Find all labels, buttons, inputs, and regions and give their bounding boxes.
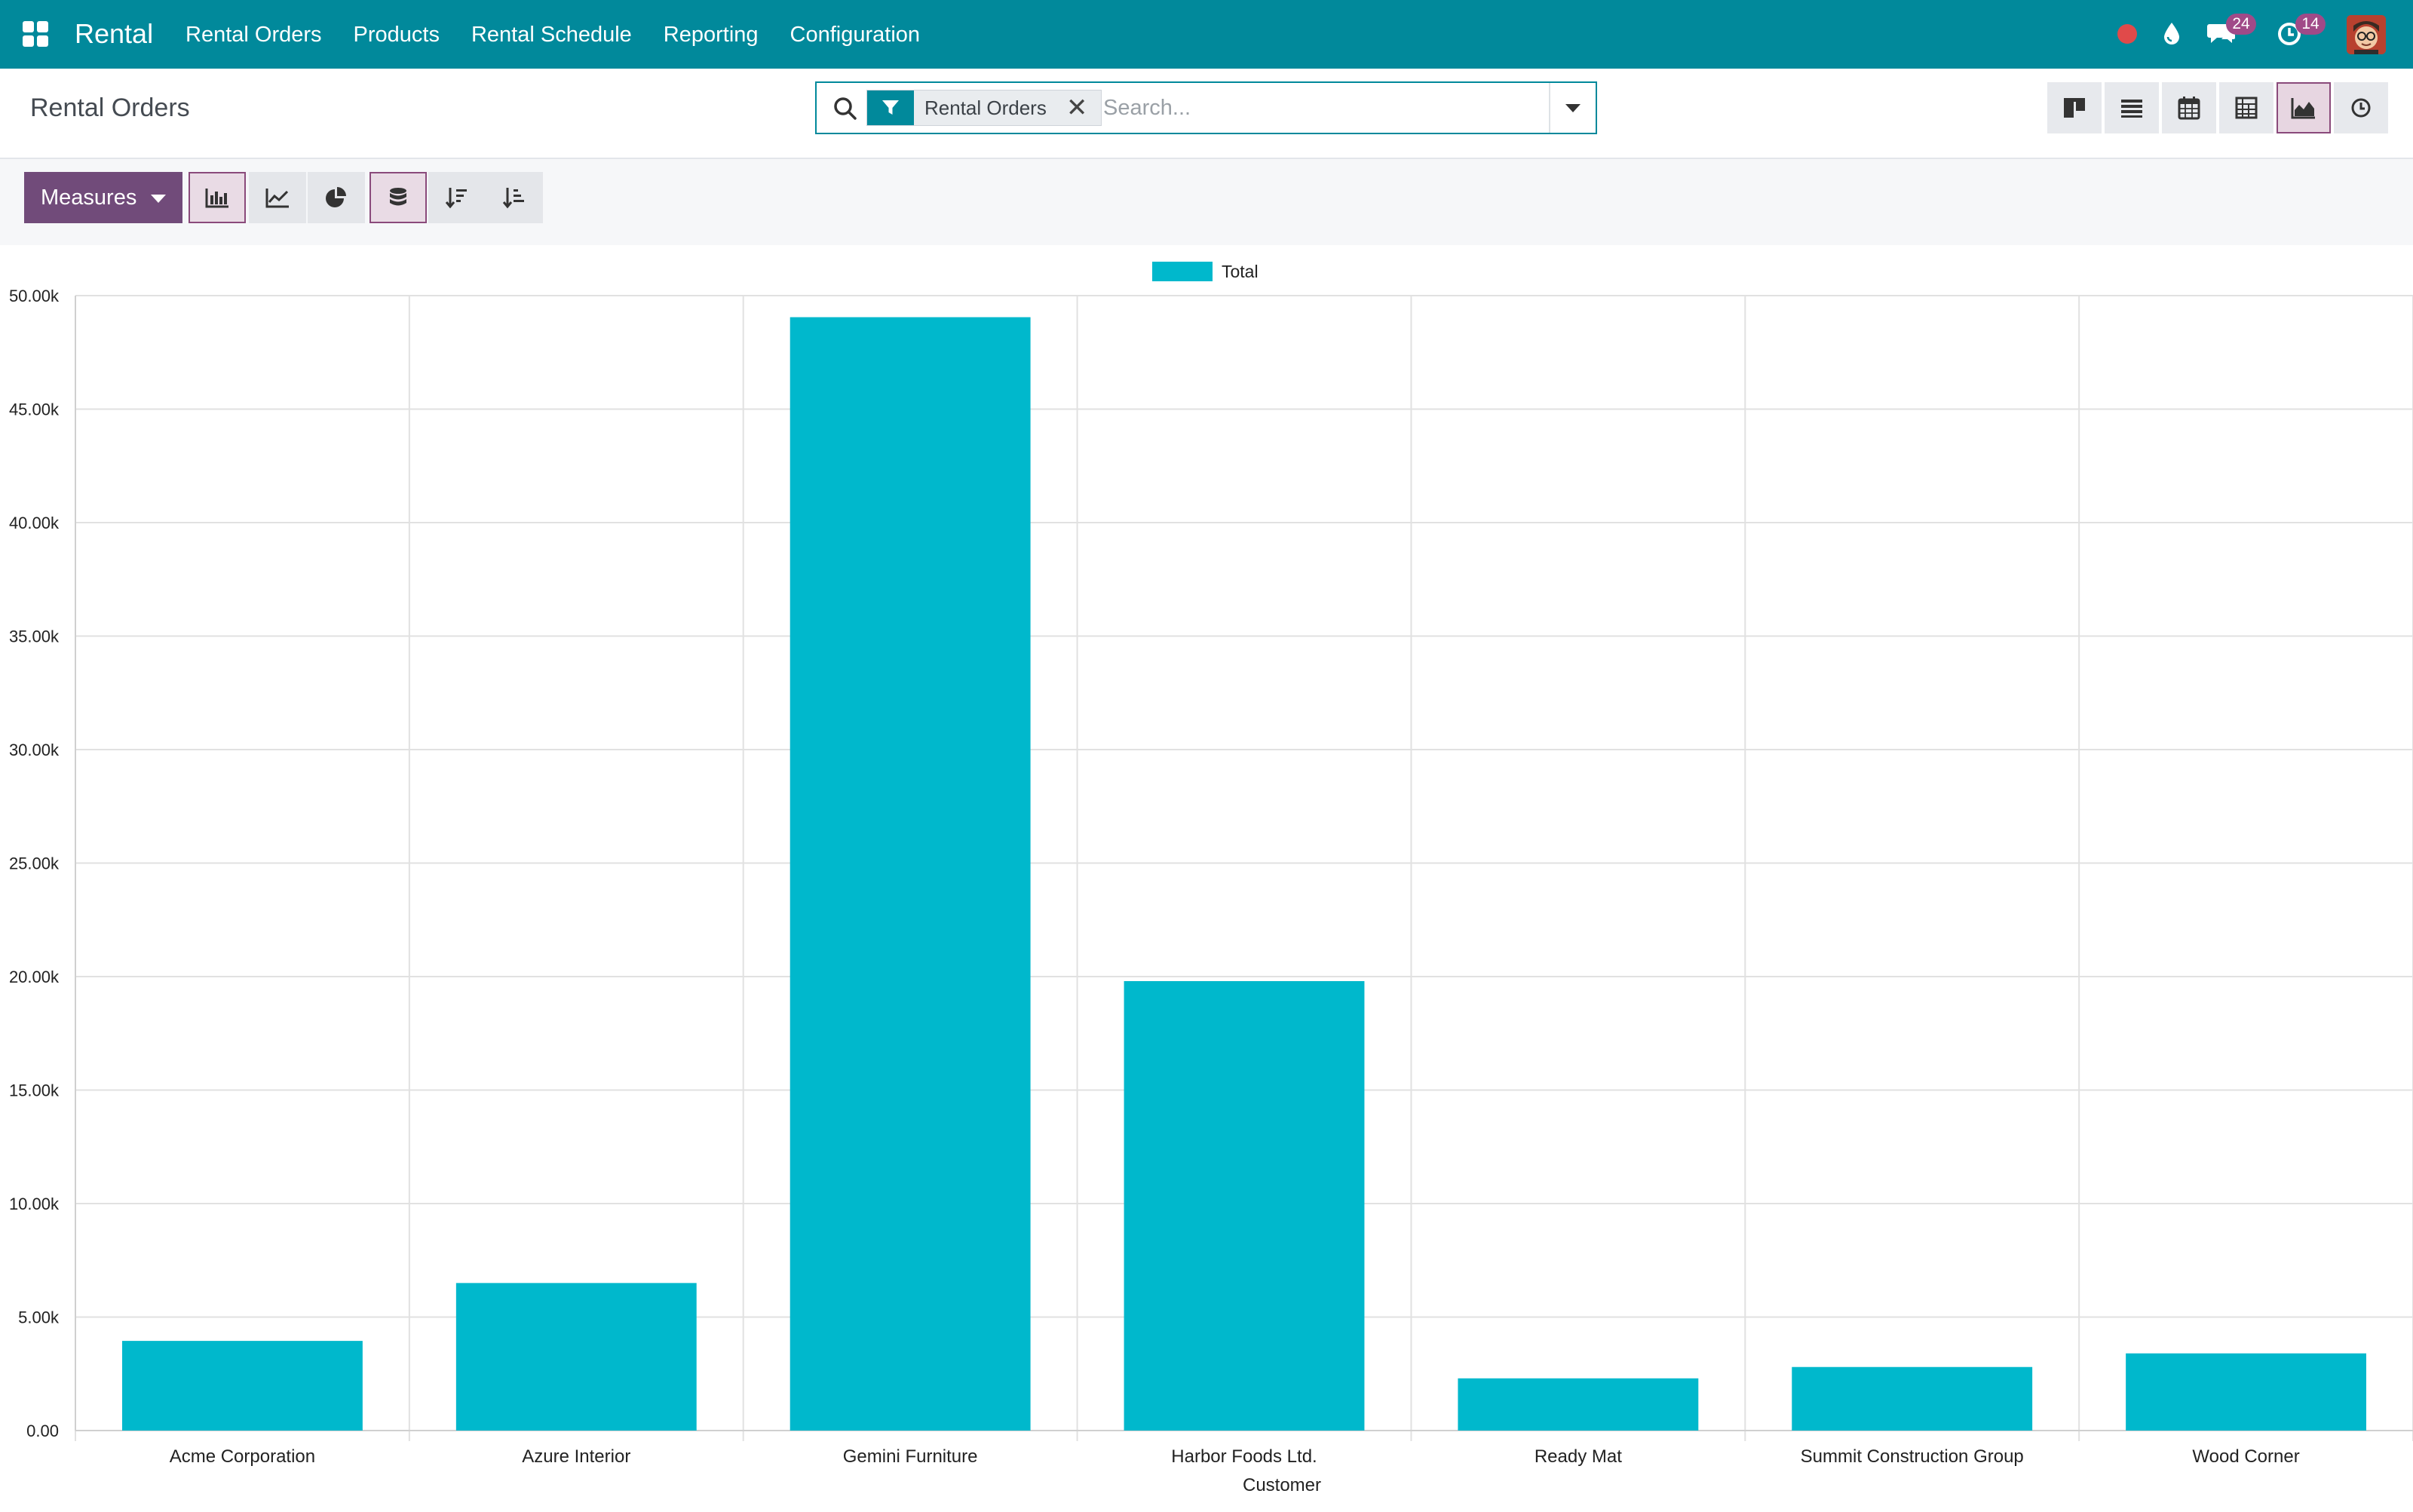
search-input[interactable] bbox=[1103, 90, 1525, 125]
calendar-icon bbox=[2178, 97, 2200, 120]
x-tick-label: Summit Construction Group bbox=[1801, 1446, 2024, 1467]
x-tick-label: Acme Corporation bbox=[170, 1446, 315, 1467]
menu-reporting[interactable]: Reporting bbox=[664, 22, 759, 48]
bar-5 bbox=[1458, 1378, 1699, 1431]
sort-ascending-icon bbox=[502, 188, 524, 209]
bar-1 bbox=[122, 1341, 363, 1431]
menu-products[interactable]: Products bbox=[354, 22, 440, 48]
y-tick-label: 0.00 bbox=[26, 1422, 59, 1440]
bar-3 bbox=[790, 317, 1031, 1431]
bar-7 bbox=[2126, 1353, 2366, 1431]
graph-chart-area: 0.00 5.00k 10.00k 15.00k 20.00k 25.00k 30.00k 3… bbox=[0, 245, 2413, 1508]
y-tick-label: 25.00k bbox=[9, 854, 60, 873]
activities-badge: 14 bbox=[2295, 14, 2326, 35]
pivot-view-button[interactable] bbox=[2219, 82, 2273, 133]
list-icon bbox=[2121, 100, 2142, 118]
bar-chart-button[interactable] bbox=[189, 172, 246, 223]
bar-chart: 0.00 5.00k 10.00k 15.00k 20.00k 25.00k 30.00k 3… bbox=[9, 262, 2413, 1495]
graph-view-button[interactable] bbox=[2277, 82, 2331, 133]
line-chart-icon bbox=[265, 189, 289, 208]
search-bar[interactable]: Rental Orders ✕ bbox=[815, 81, 1597, 134]
list-view-button[interactable] bbox=[2105, 82, 2159, 133]
kanban-view-button[interactable] bbox=[2047, 82, 2102, 133]
clock-icon bbox=[2351, 98, 2371, 118]
x-tick-label: Harbor Foods Ltd. bbox=[1171, 1446, 1317, 1467]
chevron-down-icon bbox=[1565, 103, 1581, 112]
main-menu: Rental Orders Products Rental Schedule R… bbox=[185, 22, 952, 48]
measures-label: Measures bbox=[41, 186, 137, 210]
close-icon[interactable]: ✕ bbox=[1066, 90, 1088, 125]
user-avatar[interactable] bbox=[2347, 15, 2386, 54]
search-icon[interactable] bbox=[832, 95, 859, 122]
x-tick-label: Gemini Furniture bbox=[843, 1446, 978, 1467]
x-tick-label: Ready Mat bbox=[1535, 1446, 1622, 1467]
y-tick-label: 40.00k bbox=[9, 514, 60, 532]
y-tick-label: 5.00k bbox=[18, 1308, 60, 1327]
caret-down-icon bbox=[151, 195, 166, 203]
y-tick-label: 15.00k bbox=[9, 1081, 60, 1100]
legend-swatch bbox=[1152, 262, 1213, 281]
activity-view-button[interactable] bbox=[2334, 82, 2388, 133]
measures-dropdown[interactable]: Measures bbox=[24, 172, 182, 223]
database-icon bbox=[390, 188, 406, 206]
filter-icon bbox=[867, 90, 914, 125]
calendar-view-button[interactable] bbox=[2162, 82, 2216, 133]
bar-chart-icon bbox=[205, 189, 228, 208]
search-facet: Rental Orders ✕ bbox=[866, 90, 1102, 126]
control-panel: Rental Orders Rental Orders ✕ bbox=[0, 69, 2413, 159]
bar-2 bbox=[455, 1283, 697, 1431]
apps-icon[interactable] bbox=[23, 21, 48, 47]
y-tick-label: 30.00k bbox=[9, 741, 60, 759]
droplet-icon[interactable] bbox=[2158, 20, 2185, 47]
x-tick-label: Wood Corner bbox=[2192, 1446, 2299, 1467]
line-chart-button[interactable] bbox=[249, 172, 306, 223]
sort-descending-icon bbox=[445, 188, 467, 209]
y-tick-label: 20.00k bbox=[9, 968, 60, 986]
pivot-icon bbox=[2235, 97, 2258, 119]
x-tick-label: Azure Interior bbox=[522, 1446, 630, 1467]
search-options-toggle[interactable] bbox=[1549, 83, 1596, 133]
record-dot-icon[interactable] bbox=[2117, 24, 2137, 44]
page-title: Rental Orders bbox=[30, 94, 190, 122]
graph-toolbar: Measures bbox=[0, 159, 2413, 245]
sort-ascending-button[interactable] bbox=[486, 172, 543, 223]
y-tick-label: 35.00k bbox=[9, 627, 60, 646]
y-tick-label: 45.00k bbox=[9, 400, 60, 419]
menu-configuration[interactable]: Configuration bbox=[790, 22, 921, 48]
stacked-button[interactable] bbox=[369, 172, 427, 223]
bar-6 bbox=[1792, 1366, 2033, 1431]
bar-4 bbox=[1124, 981, 1365, 1431]
y-tick-label: 50.00k bbox=[9, 287, 60, 305]
main-navbar: Rental Rental Orders Products Rental Sch… bbox=[0, 0, 2413, 69]
sort-descending-button[interactable] bbox=[428, 172, 486, 223]
area-chart-icon bbox=[2291, 98, 2315, 119]
legend-label: Total bbox=[1222, 262, 1259, 281]
kanban-icon bbox=[2064, 98, 2085, 118]
view-switcher bbox=[2047, 82, 2388, 133]
menu-rental-schedule[interactable]: Rental Schedule bbox=[471, 22, 632, 48]
app-brand[interactable]: Rental bbox=[75, 18, 153, 50]
menu-rental-orders[interactable]: Rental Orders bbox=[185, 22, 322, 48]
search-facet-value: Rental Orders ✕ bbox=[914, 90, 1102, 125]
messages-badge: 24 bbox=[2226, 14, 2256, 35]
pie-chart-button[interactable] bbox=[308, 172, 365, 223]
x-axis-title: Customer bbox=[1243, 1475, 1321, 1495]
pie-chart-icon bbox=[326, 187, 346, 207]
y-tick-label: 10.00k bbox=[9, 1195, 60, 1213]
search-facet-label: Rental Orders bbox=[924, 97, 1047, 119]
